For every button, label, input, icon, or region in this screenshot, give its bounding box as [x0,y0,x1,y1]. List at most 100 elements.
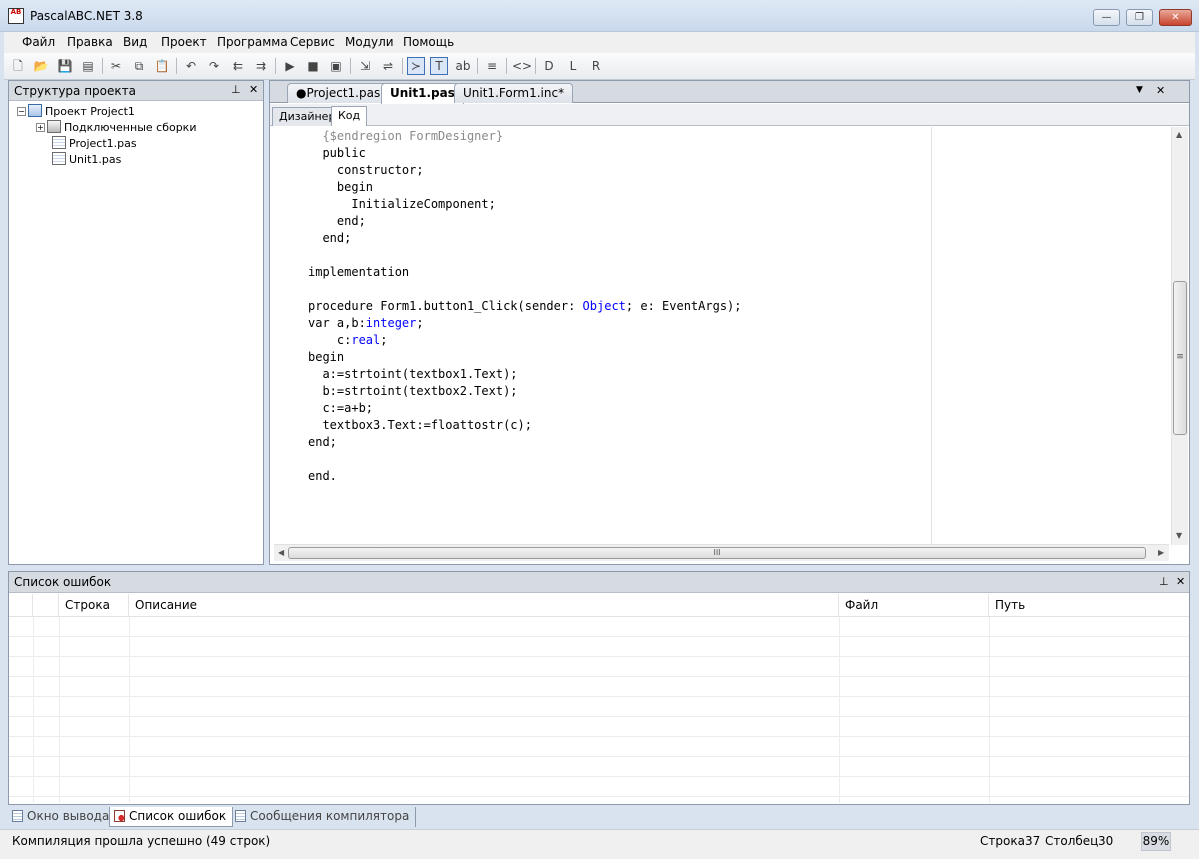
menu-service[interactable]: Сервис [290,35,335,49]
code-token: ; e: EventArgs); [625,299,742,313]
menu-bar: Файл Правка Вид Проект Программа Сервис … [4,32,1195,53]
code-line: b:=strtoint(textbox2.Text); [308,383,517,400]
menu-project[interactable]: Проект [161,35,207,49]
code-line: end. [308,468,337,485]
tab-project1-pas[interactable]: ●Project1.pas [287,83,390,103]
scroll-right-arrow[interactable]: ▶ [1158,548,1164,557]
code-line: textbox3.Text:=floattostr(c); [308,417,532,434]
code-token: ; [380,333,388,347]
error-grid-header: Строка Описание Файл Путь [9,594,1189,617]
tab-unit1-pas[interactable]: Unit1.pas [381,83,464,104]
toolbar-separator [102,58,103,74]
code-editor[interactable]: {$endregion FormDesigner} public constru… [274,127,1170,545]
status-bar: Компиляция прошла успешно (49 строк) Стр… [0,829,1199,859]
step-over-icon[interactable]: ⇲ [356,57,374,75]
debug-icon[interactable]: ▣ [327,57,345,75]
column-value: 30 [1098,834,1114,848]
toolbar-separator [275,58,276,74]
tree-item-references[interactable]: + Подключенные сборки [36,120,196,136]
save-all-icon[interactable]: ▤ [79,57,97,75]
cut-icon[interactable]: ✂ [107,57,125,75]
design-r-icon[interactable]: R [587,57,605,75]
minimize-button[interactable]: — [1093,9,1120,26]
tab-compiler-messages[interactable]: Сообщения компилятора [231,807,417,827]
save-icon[interactable]: 💾 [56,57,74,75]
menu-modules[interactable]: Модули [345,35,394,49]
scroll-up-arrow[interactable]: ▲ [1176,130,1182,139]
restore-button[interactable]: ❐ [1126,9,1153,26]
project-panel-title: Структура проекта [14,84,136,98]
code-line: begin [308,349,344,366]
tree-item-project[interactable]: − Проект Project1 [17,104,135,120]
column-header-description[interactable]: Описание [129,594,839,617]
column-header-line[interactable]: Строка [59,594,129,617]
format-icon[interactable]: ≡ [483,57,501,75]
run-icon[interactable]: ▶ [281,57,299,75]
vertical-scroll-thumb[interactable]: ≡ [1173,281,1187,435]
grid-column-divider [989,617,990,803]
code-token: public [308,146,366,160]
console-icon[interactable]: ≻ [407,57,425,75]
step-into-icon[interactable]: ⇌ [379,57,397,75]
grid-column-divider [129,617,130,803]
tree-item-unit-file[interactable]: Unit1.pas [50,152,121,168]
expand-icon[interactable]: + [36,123,45,132]
line-value: 37 [1025,834,1041,848]
bottom-panel-tabs: Окно вывода Список ошибок Сообщения комп… [4,806,1195,828]
tree-item-project-file[interactable]: Project1.pas [50,136,137,152]
tabs-dropdown-icon[interactable]: ▼ [1136,85,1143,95]
redo-icon[interactable]: ↷ [205,57,223,75]
toolbar: 🗋 📂 💾 ▤ ✂ ⧉ 📋 ↶ ↷ ⇇ ⇉ ▶ ■ ▣ ⇲ ⇌ ≻ T ab ≡… [4,53,1195,80]
copy-icon[interactable]: ⧉ [130,57,148,75]
uncomment-icon[interactable]: ⇉ [252,57,270,75]
code-line: c:real; [308,332,388,349]
code-line: implementation [308,264,409,281]
column-header-icon[interactable] [9,594,33,617]
toolbar-separator [506,58,507,74]
design-d-icon[interactable]: D [540,57,558,75]
tab-code[interactable]: Код [331,106,368,126]
zoom-level[interactable]: 89% [1141,832,1171,851]
horizontal-scroll-thumb[interactable]: III [288,547,1146,559]
vertical-scrollbar[interactable]: ▲ ≡ ▼ [1171,127,1188,545]
new-file-icon[interactable]: 🗋 [9,57,27,75]
menu-edit[interactable]: Правка [67,35,113,49]
scroll-down-arrow[interactable]: ▼ [1176,531,1182,540]
close-document-icon[interactable]: ✕ [1156,84,1165,97]
tab-unit1-form1-inc[interactable]: Unit1.Form1.inc* [454,83,574,103]
paste-icon[interactable]: 📋 [153,57,171,75]
menu-program[interactable]: Программа [217,35,288,49]
close-icon[interactable]: ✕ [1176,575,1185,588]
code-line: InitializeComponent; [308,196,496,213]
code-token: c: [308,333,352,347]
horizontal-scrollbar[interactable]: ◀ III ▶ [274,544,1169,561]
undo-icon[interactable]: ↶ [182,57,200,75]
tab-output-window[interactable]: Окно вывода [8,807,117,827]
comment-icon[interactable]: ⇇ [229,57,247,75]
code-token: ; [416,316,424,330]
close-button[interactable]: ✕ [1159,9,1192,26]
title-bar: AB PascalABC.NET 3.8 — ❐ ✕ [0,0,1199,32]
code-token: end; [308,214,366,228]
stop-icon[interactable]: ■ [304,57,322,75]
spell-icon[interactable]: ab [454,57,472,75]
menu-view[interactable]: Вид [123,35,147,49]
open-folder-icon[interactable]: 📂 [32,57,50,75]
menu-file[interactable]: Файл [22,35,55,49]
menu-help[interactable]: Помощь [403,35,454,49]
code-token: begin [308,350,345,364]
column-header-file[interactable]: Файл [839,594,989,617]
design-l-icon[interactable]: L [564,57,582,75]
scroll-left-arrow[interactable]: ◀ [278,548,284,557]
pin-icon[interactable]: ⊥ [231,83,241,96]
column-header-number[interactable] [33,594,59,617]
code-token: a:=strtoint(textbox1.Text); [308,367,518,381]
tab-error-list[interactable]: Список ошибок [109,807,234,827]
column-header-path[interactable]: Путь [989,594,1189,617]
code-token: textbox3.Text:=floattostr(c); [308,418,532,432]
close-icon[interactable]: ✕ [249,83,258,96]
text-icon[interactable]: T [430,57,448,75]
pin-icon[interactable]: ⊥ [1159,575,1169,588]
code-icon[interactable]: <> [512,57,532,75]
collapse-icon[interactable]: − [17,107,26,116]
